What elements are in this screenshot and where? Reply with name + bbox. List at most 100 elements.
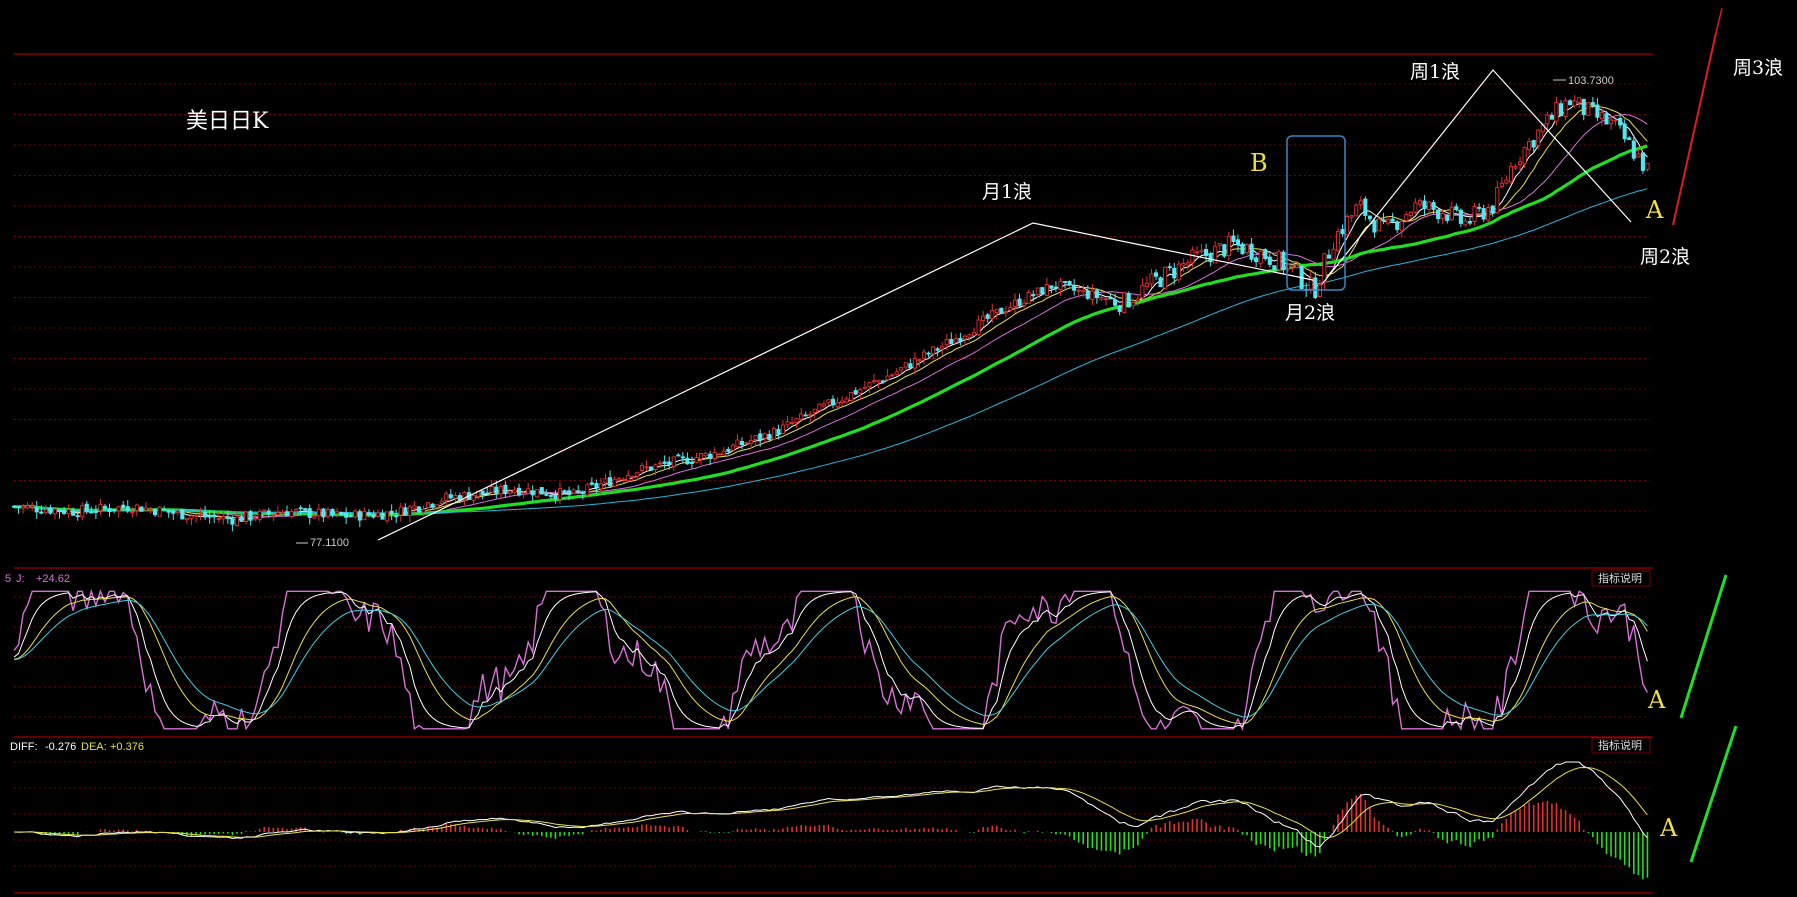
candle-body bbox=[1367, 215, 1372, 220]
candle-body bbox=[312, 515, 317, 519]
candle-body bbox=[1167, 266, 1172, 269]
candle-body bbox=[862, 386, 867, 389]
candle-body bbox=[958, 337, 963, 342]
candle-body bbox=[1595, 104, 1600, 118]
candle-body bbox=[530, 490, 535, 496]
ma-yellow-line bbox=[13, 105, 1648, 519]
candle-body bbox=[102, 505, 108, 509]
candle-body bbox=[576, 490, 581, 493]
candle-body bbox=[671, 456, 676, 467]
candle-body bbox=[344, 512, 349, 518]
candle-body bbox=[494, 486, 499, 494]
candle-body bbox=[981, 315, 986, 321]
candle-body bbox=[448, 494, 453, 499]
candle-body bbox=[589, 482, 594, 485]
candle-body bbox=[1363, 198, 1368, 216]
candle-body bbox=[1249, 243, 1254, 260]
candle-body bbox=[193, 514, 199, 517]
price-high-label: 103.7300 bbox=[1568, 75, 1614, 87]
candle-body bbox=[198, 513, 203, 516]
candle-body bbox=[1113, 299, 1118, 306]
candle-body bbox=[835, 402, 840, 408]
candle-body bbox=[858, 389, 863, 394]
candle-body bbox=[480, 490, 485, 495]
candle-body bbox=[562, 490, 567, 493]
candle-body bbox=[221, 516, 226, 520]
candle-body bbox=[521, 492, 526, 495]
candle-body bbox=[1404, 213, 1409, 222]
candle-body bbox=[1472, 206, 1477, 222]
candle-body bbox=[407, 506, 412, 516]
candle-body bbox=[1144, 282, 1149, 287]
candle-body bbox=[143, 507, 149, 511]
candle-body bbox=[1176, 263, 1181, 281]
candle-body bbox=[25, 505, 30, 509]
candle-body bbox=[1631, 140, 1636, 159]
candle-body bbox=[1254, 257, 1259, 263]
candle-body bbox=[230, 518, 235, 525]
candle-body bbox=[535, 489, 540, 498]
candle-body bbox=[644, 466, 649, 469]
candle-body bbox=[708, 453, 713, 460]
candle-body bbox=[1185, 262, 1190, 266]
candle-body bbox=[1454, 206, 1459, 210]
candle-body bbox=[1003, 311, 1008, 314]
candle-body bbox=[1149, 273, 1154, 285]
candle-body bbox=[749, 439, 754, 444]
ma-fast-line bbox=[13, 103, 1648, 521]
candle-body bbox=[580, 492, 585, 495]
candle-body bbox=[16, 506, 21, 508]
candle-body bbox=[1235, 239, 1240, 246]
candle-body bbox=[844, 398, 849, 403]
candle-body bbox=[1122, 291, 1127, 313]
candle-body bbox=[1545, 114, 1550, 125]
candle-body bbox=[43, 509, 48, 514]
candle-body bbox=[557, 488, 563, 500]
candle-body bbox=[253, 517, 258, 520]
candle-body bbox=[853, 390, 858, 395]
candle-body bbox=[676, 454, 681, 457]
candle-body bbox=[1072, 285, 1077, 291]
candle-body bbox=[171, 510, 176, 514]
candle-body bbox=[80, 505, 85, 518]
candle-body bbox=[189, 515, 194, 520]
candle-body bbox=[790, 422, 795, 425]
candle-body bbox=[1267, 256, 1272, 265]
candle-body bbox=[1417, 200, 1422, 205]
candle-body bbox=[271, 514, 276, 517]
candle-body bbox=[298, 507, 303, 510]
candle-body bbox=[1090, 290, 1095, 300]
candle-body bbox=[403, 507, 408, 516]
candle-body bbox=[362, 510, 367, 521]
candle-body bbox=[721, 450, 726, 456]
candle-body bbox=[603, 478, 608, 484]
macd-diff-label: DIFF: bbox=[10, 741, 41, 753]
candle-body bbox=[840, 400, 845, 404]
candle-body bbox=[1208, 253, 1213, 263]
candle-body bbox=[1413, 202, 1418, 213]
candle-body bbox=[1108, 297, 1113, 300]
candle-body bbox=[626, 474, 631, 482]
candle-body bbox=[1040, 287, 1045, 295]
candle-body bbox=[398, 506, 403, 516]
candle-body bbox=[571, 489, 576, 494]
macd-info-button[interactable]: 指标说明 bbox=[1598, 738, 1642, 752]
candle-body bbox=[1372, 220, 1377, 233]
annotation-a-price: A bbox=[1645, 196, 1664, 224]
ma-cyan-line bbox=[13, 188, 1648, 514]
candle-body bbox=[1449, 206, 1454, 221]
candle-body bbox=[1349, 215, 1354, 218]
candle-body bbox=[412, 505, 417, 509]
candle-body bbox=[1426, 201, 1432, 210]
candle-body bbox=[389, 510, 394, 515]
candle-body bbox=[821, 403, 826, 407]
candle-body bbox=[867, 382, 872, 388]
candle-body bbox=[812, 408, 817, 413]
kdj-info-button[interactable]: 指标说明 bbox=[1598, 571, 1642, 585]
candle-body bbox=[1431, 202, 1436, 210]
candle-body bbox=[1477, 206, 1482, 209]
candle-body bbox=[667, 461, 672, 465]
candle-body bbox=[52, 508, 57, 515]
candle-body bbox=[739, 441, 745, 446]
candle-body bbox=[917, 359, 922, 362]
